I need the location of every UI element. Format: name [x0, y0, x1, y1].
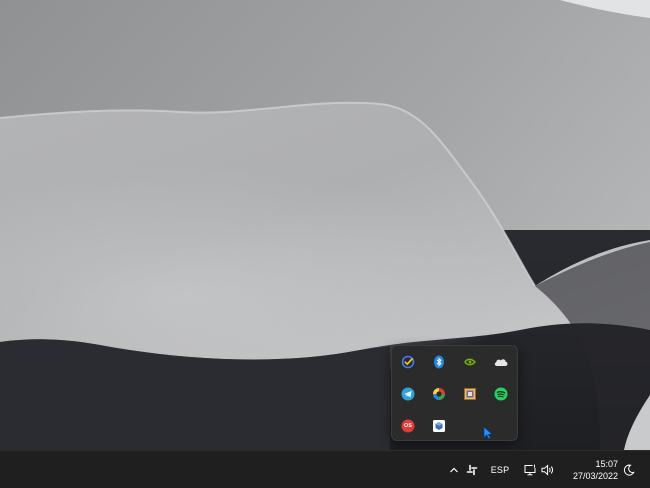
language-indicator[interactable]: ESP: [488, 451, 512, 488]
volume-icon[interactable]: [539, 451, 557, 488]
slack-icon[interactable]: [463, 451, 481, 488]
photo-tool-icon[interactable]: [459, 383, 481, 405]
clock-date: 27/03/2022: [572, 470, 618, 481]
onedrive-cloud-icon[interactable]: [490, 351, 512, 373]
desktop-wallpaper: [0, 0, 650, 450]
onedrive-red-os-icon[interactable]: OS: [397, 415, 419, 437]
todo-checkmark-icon[interactable]: [397, 351, 419, 373]
telegram-icon[interactable]: [397, 383, 419, 405]
language-label: ESP: [490, 464, 510, 475]
network-icon[interactable]: [521, 451, 539, 488]
notification-moon-icon[interactable]: [620, 451, 638, 488]
clock-time: 15:07: [595, 458, 618, 469]
spotify-icon[interactable]: [490, 383, 512, 405]
os-badge-text: OS: [404, 423, 412, 429]
tray-overflow-panel: OS: [391, 345, 518, 441]
chevron-up-icon[interactable]: [446, 451, 462, 488]
nvidia-icon[interactable]: [459, 351, 481, 373]
taskbar: ESP 15:07 27/03/2022: [0, 450, 650, 488]
color-picker-icon[interactable]: [428, 383, 450, 405]
app-cube-icon[interactable]: [428, 415, 450, 437]
clock[interactable]: 15:07 27/03/2022: [562, 451, 618, 488]
mouse-cursor-icon: [483, 426, 494, 445]
bluetooth-icon[interactable]: [428, 351, 450, 373]
